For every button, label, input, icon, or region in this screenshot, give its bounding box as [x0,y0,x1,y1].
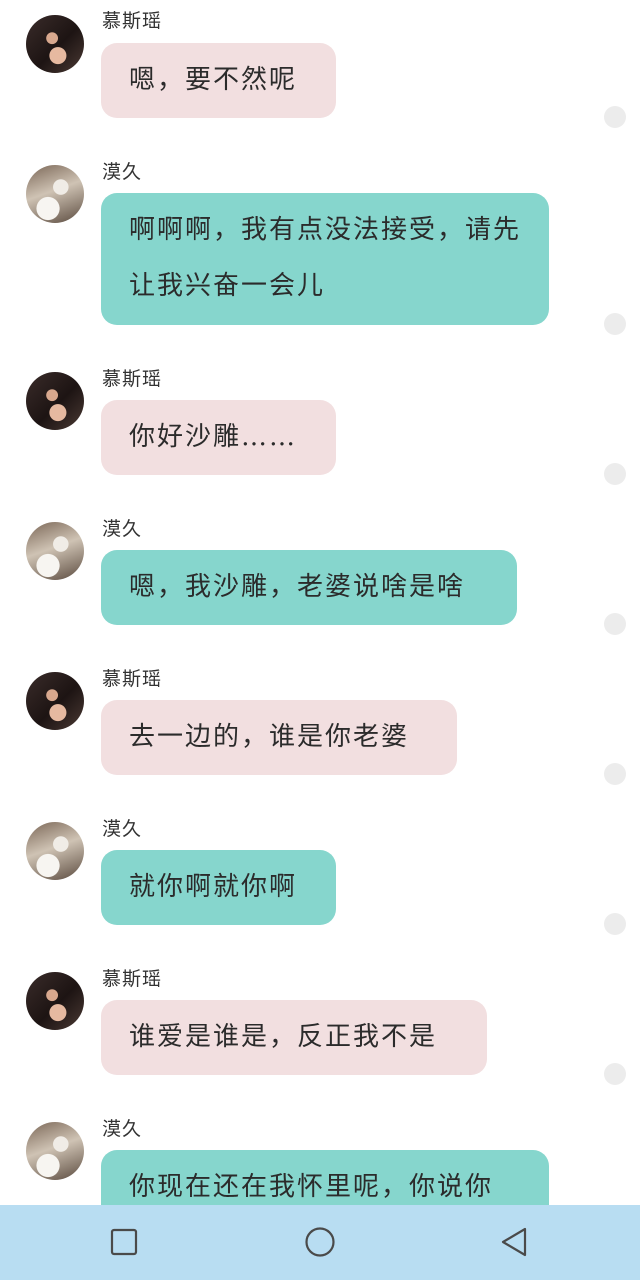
sender-name: 慕斯瑶 [102,368,163,390]
read-status-dot [604,463,626,485]
avatar[interactable] [26,672,84,730]
read-status-dot [604,763,626,785]
avatar[interactable] [26,1122,84,1180]
sender-name: 漠久 [102,518,143,540]
sender-name: 慕斯瑶 [102,10,163,32]
avatar[interactable] [26,372,84,430]
recent-apps-icon [110,1228,138,1256]
recent-apps-button[interactable] [104,1222,144,1262]
avatar[interactable] [26,972,84,1030]
message-bubble[interactable]: 你好沙雕…… [101,400,336,475]
sender-name: 漠久 [102,161,143,183]
message-bubble[interactable]: 嗯，我沙雕，老婆说啥是啥 [101,550,517,625]
read-status-dot [604,313,626,335]
read-status-dot [604,1063,626,1085]
avatar[interactable] [26,522,84,580]
message-bubble[interactable]: 嗯，要不然呢 [101,43,336,118]
chat-area[interactable]: 慕斯瑶 嗯，要不然呢 漠久 啊啊啊，我有点没法接受，请先让我兴奋一会儿 慕斯瑶 … [0,0,640,1205]
home-icon [305,1227,335,1257]
message-bubble[interactable]: 就你啊就你啊 [101,850,336,925]
sender-name: 慕斯瑶 [102,968,163,990]
back-button[interactable] [494,1222,534,1262]
sender-name: 慕斯瑶 [102,668,163,690]
home-button[interactable] [300,1222,340,1262]
message-bubble[interactable]: 谁爱是谁是，反正我不是 [101,1000,487,1075]
sender-name: 漠久 [102,1118,143,1140]
message-bubble[interactable]: 啊啊啊，我有点没法接受，请先让我兴奋一会儿 [101,193,549,325]
avatar[interactable] [26,165,84,223]
read-status-dot [604,106,626,128]
message-bubble[interactable]: 你现在还在我怀里呢，你说你 [101,1150,549,1205]
back-icon [501,1227,527,1257]
read-status-dot [604,613,626,635]
sender-name: 漠久 [102,818,143,840]
avatar[interactable] [26,15,84,73]
read-status-dot [604,913,626,935]
system-nav-bar [0,1205,640,1280]
avatar[interactable] [26,822,84,880]
message-bubble[interactable]: 去一边的，谁是你老婆 [101,700,457,775]
